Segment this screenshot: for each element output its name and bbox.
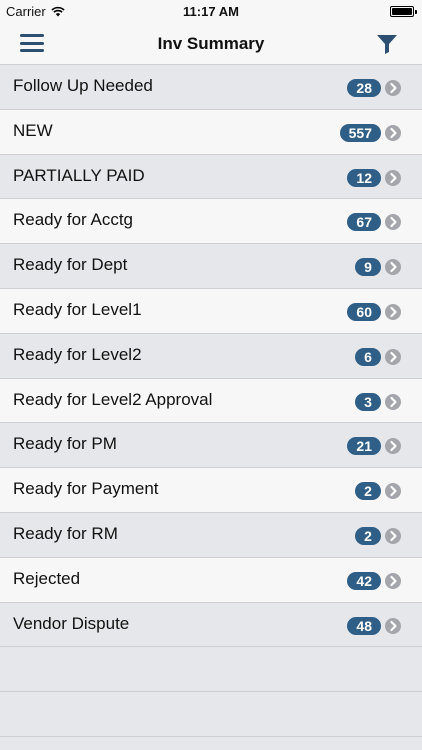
page-title: Inv Summary <box>157 34 265 53</box>
chevron-right-icon <box>385 348 401 365</box>
list-item[interactable]: Ready for RM 2 <box>0 512 422 558</box>
count-badge: 60 <box>347 302 381 321</box>
list-item-label: Ready for Level2 <box>13 344 142 364</box>
status-bar: Carrier 11:17 AM <box>0 0 422 22</box>
chevron-right-icon <box>385 483 401 500</box>
count-badge: 28 <box>347 79 381 97</box>
count-badge: 2 <box>355 526 381 545</box>
list-item-label: Ready for Dept <box>13 255 128 275</box>
list-item-label: Ready for RM <box>13 523 118 543</box>
chevron-right-icon <box>385 214 401 231</box>
count-badge: 2 <box>355 482 381 501</box>
status-time: 11:17 AM <box>183 4 239 19</box>
list-item-label: PARTIALLY PAID <box>13 165 145 185</box>
chevron-right-icon <box>385 617 401 634</box>
status-list: Follow Up Needed 28 NEW 557 PARTIALLY PAID 12… <box>0 65 422 750</box>
list-item[interactable]: NEW 557 <box>0 109 422 155</box>
list-item-label: Follow Up Needed <box>13 76 153 95</box>
list-item[interactable]: Ready for Payment 2 <box>0 468 422 513</box>
list-item-label: Ready for Payment <box>13 479 159 499</box>
list-item-label: Ready for Acctg <box>13 210 134 230</box>
list-item[interactable]: Ready for Dept 9 <box>0 244 422 289</box>
chevron-right-icon <box>385 572 401 589</box>
chevron-right-icon <box>385 169 401 186</box>
list-item[interactable]: Ready for Level2 Approval 3 <box>0 378 422 424</box>
list-item[interactable]: Ready for Acctg 67 <box>0 199 422 245</box>
list-item[interactable]: Ready for Level1 60 <box>0 288 422 334</box>
list-item[interactable]: Ready for PM 21 <box>0 423 422 469</box>
count-badge: 42 <box>347 571 381 590</box>
count-badge: 9 <box>355 258 381 277</box>
count-badge: 557 <box>339 123 381 142</box>
empty-row <box>0 692 422 737</box>
count-badge: 12 <box>347 168 381 187</box>
chevron-right-icon <box>385 124 401 141</box>
list-item-label: Rejected <box>13 568 81 588</box>
list-item[interactable]: Vendor Dispute 48 <box>0 602 422 648</box>
nav-bar: Inv Summary <box>0 22 422 65</box>
empty-row <box>0 737 422 750</box>
empty-row <box>0 647 422 693</box>
count-badge: 21 <box>347 437 381 456</box>
battery-icon <box>390 6 417 17</box>
list-item-label: Ready for Level1 <box>13 299 142 319</box>
chevron-right-icon <box>385 303 401 320</box>
list-item-label: Ready for Level2 Approval <box>13 389 213 409</box>
list-item[interactable]: PARTIALLY PAID 12 <box>0 154 422 200</box>
list-item-label: Ready for PM <box>13 434 117 454</box>
count-badge: 48 <box>347 616 381 635</box>
list-item-label: Vendor Dispute <box>13 613 130 633</box>
chevron-right-icon <box>385 80 401 96</box>
count-badge: 6 <box>355 347 381 366</box>
list-item-label: NEW <box>13 120 53 140</box>
chevron-right-icon <box>385 527 401 544</box>
chevron-right-icon <box>385 438 401 455</box>
list-item[interactable]: Rejected 42 <box>0 557 422 603</box>
chevron-right-icon <box>385 393 401 410</box>
list-item[interactable]: Ready for Level2 6 <box>0 333 422 379</box>
chevron-right-icon <box>385 259 401 276</box>
count-badge: 67 <box>347 213 381 232</box>
list-item[interactable]: Follow Up Needed 28 <box>0 65 422 110</box>
count-badge: 3 <box>355 392 381 411</box>
filter-icon[interactable] <box>376 34 398 54</box>
